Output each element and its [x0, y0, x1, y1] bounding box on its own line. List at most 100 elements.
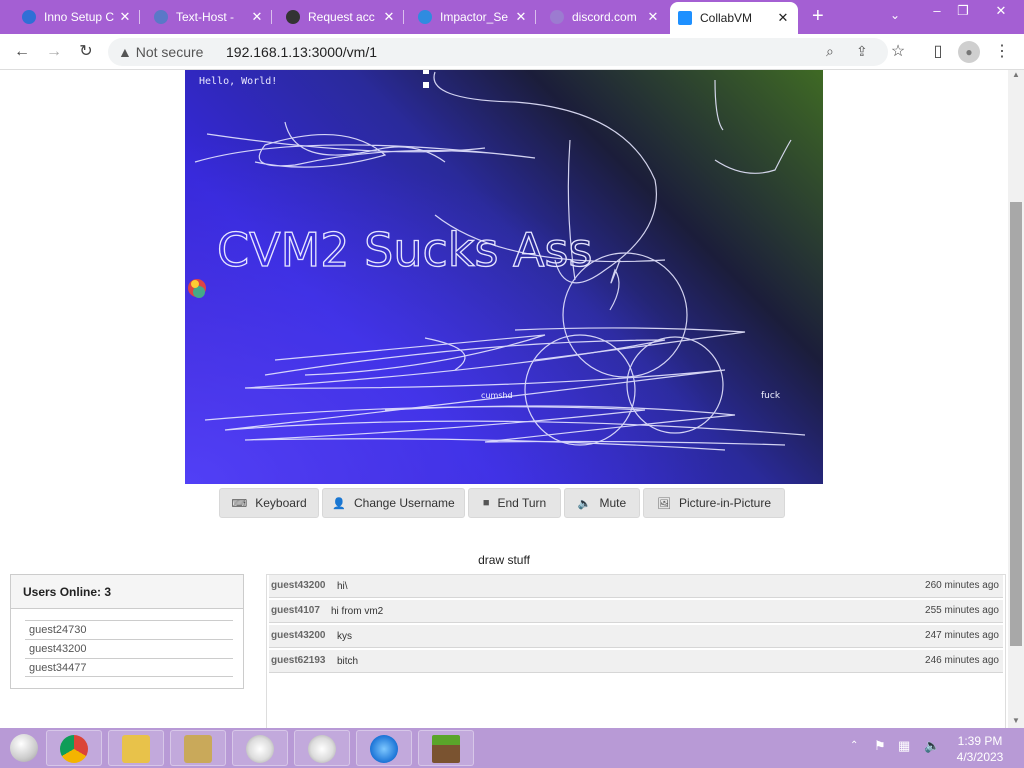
side-panel-icon[interactable]: ▯ — [928, 42, 948, 62]
close-tab-icon[interactable]: ✕ — [776, 10, 790, 26]
chat-username[interactable]: guest62193 — [271, 655, 325, 666]
mute-button[interactable]: 🔈 Mute — [564, 488, 640, 518]
end-turn-button[interactable]: ■ End Turn — [468, 488, 561, 518]
tab-title: discord.com — [572, 10, 637, 24]
action-center-flag-icon[interactable]: ⚑ — [874, 738, 886, 754]
chat-username[interactable]: guest43200 — [271, 580, 325, 591]
speaker-icon: 🔈 — [577, 497, 592, 510]
users-online-heading: Users Online: 3 — [11, 575, 243, 609]
ie-icon — [370, 735, 398, 763]
impactor-favicon-icon — [418, 10, 432, 24]
scribble-text: fuck — [761, 391, 781, 401]
tab-discord[interactable]: discord.com ✕ — [542, 4, 668, 30]
forward-arrow-icon[interactable]: → — [44, 42, 64, 62]
close-window-icon[interactable]: ✕ — [986, 0, 1016, 22]
address-bar[interactable]: ▲ Not secure 192.168.1.13:3000/vm/1 ⌕ ⇪ — [108, 38, 888, 66]
folder-icon — [122, 735, 150, 763]
users-list: guest24730 guest43200 guest34477 — [25, 620, 233, 677]
url-text[interactable]: 192.168.1.13:3000/vm/1 — [226, 44, 377, 60]
taskbar-safari-2[interactable] — [294, 730, 350, 766]
chat-text: kys — [337, 631, 352, 642]
vm-display[interactable]: Hello, World! CVM2 Sucks Ass fuck cumshd — [185, 70, 823, 484]
inno-setup-favicon-icon — [22, 10, 36, 24]
stop-icon: ■ — [482, 497, 490, 509]
user-list-item[interactable]: guest43200 — [25, 639, 233, 658]
tab-strip: Inno Setup C ✕ Text-Host - ✕ Request acc… — [0, 0, 1024, 34]
chat-text: hi\ — [337, 581, 348, 592]
clock-date: 4/3/2023 — [956, 750, 1004, 764]
restore-icon[interactable]: ❐ — [948, 0, 978, 22]
chat-username[interactable]: guest4107 — [271, 605, 320, 616]
collabvm-page: Hello, World! CVM2 Sucks Ass fuck cumshd… — [0, 70, 1008, 728]
chat-timestamp: 247 minutes ago — [925, 630, 999, 641]
new-tab-button[interactable]: + — [812, 6, 830, 26]
back-arrow-icon[interactable]: ← — [12, 42, 32, 62]
tab-text-host[interactable]: Text-Host - ✕ — [146, 4, 272, 30]
button-label: Change Username — [353, 496, 455, 510]
chat-timestamp: 255 minutes ago — [925, 605, 999, 616]
picture-in-picture-button[interactable]: 🖼 Picture-in-Picture — [643, 488, 785, 518]
chat-message: guest4107 hi from vm2 255 minutes ago — [269, 600, 1003, 623]
tab-impactor[interactable]: Impactor_Se ✕ — [410, 4, 536, 30]
chat-timestamp: 246 minutes ago — [925, 655, 999, 666]
tab-title: CollabVM — [700, 11, 753, 25]
keyboard-icon: ⌨ — [231, 497, 248, 510]
zoom-icon[interactable]: ⌕ — [826, 43, 834, 60]
security-indicator[interactable]: ▲ Not secure — [118, 44, 203, 60]
change-username-button[interactable]: 👤 Change Username — [322, 488, 465, 518]
close-tab-icon[interactable]: ✕ — [250, 9, 264, 25]
taskbar-explorer[interactable] — [108, 730, 164, 766]
button-label: Keyboard — [255, 496, 307, 510]
discord-favicon-icon — [550, 10, 564, 24]
page-scrollbar[interactable]: ▲ ▼ — [1008, 70, 1024, 728]
tab-title: Request acc — [308, 10, 375, 24]
scroll-down-icon[interactable]: ▼ — [1012, 716, 1020, 725]
taskbar-chrome[interactable] — [46, 730, 102, 766]
chat-text: bitch — [337, 656, 359, 667]
system-clock[interactable]: 1:39 PM 4/3/2023 — [952, 733, 1008, 765]
network-icon[interactable]: ▦ — [898, 738, 910, 754]
taskbar-ie[interactable] — [356, 730, 412, 766]
github-favicon-icon — [286, 10, 300, 24]
close-tab-icon[interactable]: ✕ — [382, 9, 396, 25]
scroll-up-icon[interactable]: ▲ — [1012, 70, 1020, 79]
start-apple-icon[interactable] — [10, 734, 38, 762]
button-label: End Turn — [497, 496, 547, 510]
scribble-text: cumshd — [481, 391, 513, 400]
menu-kebab-icon[interactable]: ⋮ — [992, 42, 1012, 62]
tab-search-chevron-icon[interactable]: ⌄ — [890, 8, 900, 22]
tab-request-access[interactable]: Request acc ✕ — [278, 4, 404, 30]
scribble-text: CVM2 Sucks Ass — [217, 223, 592, 277]
user-list-item[interactable]: guest34477 — [25, 658, 233, 677]
volume-icon[interactable]: 🔈 — [924, 738, 940, 754]
close-tab-icon[interactable]: ✕ — [646, 9, 660, 25]
button-label: Mute — [599, 496, 627, 510]
taskbar: ⌃ ⚑ ▦ 🔈 — [0, 728, 1024, 768]
chat-message: guest62193 bitch 246 minutes ago — [269, 650, 1003, 673]
keyboard-button[interactable]: ⌨ Keyboard — [219, 488, 319, 518]
browser-toolbar: ← → ↻ ▲ Not secure 192.168.1.13:3000/vm/… — [0, 34, 1024, 70]
taskbar-minecraft[interactable] — [418, 730, 474, 766]
safari-icon — [246, 735, 274, 763]
taskbar-installer[interactable] — [170, 730, 226, 766]
user-list-item[interactable]: guest24730 — [25, 620, 233, 639]
tab-inno-setup[interactable]: Inno Setup C ✕ — [14, 4, 140, 30]
close-tab-icon[interactable]: ✕ — [118, 9, 132, 25]
share-icon[interactable]: ⇪ — [856, 43, 868, 60]
bookmark-star-icon[interactable]: ☆ — [888, 42, 908, 62]
chat-text: hi from vm2 — [331, 606, 384, 617]
chrome-icon — [60, 735, 88, 763]
profile-avatar-icon[interactable]: ● — [958, 41, 980, 63]
show-hidden-icons-chevron-icon[interactable]: ⌃ — [850, 740, 858, 751]
chat-timestamp: 260 minutes ago — [925, 580, 999, 591]
taskbar-safari-1[interactable] — [232, 730, 288, 766]
user-icon: 👤 — [332, 497, 346, 510]
vm-desktop-icon[interactable] — [188, 279, 206, 298]
close-tab-icon[interactable]: ✕ — [514, 9, 528, 25]
chat-username[interactable]: guest43200 — [271, 630, 325, 641]
installer-icon — [184, 735, 212, 763]
minecraft-icon — [432, 735, 460, 763]
reload-icon[interactable]: ↻ — [76, 42, 96, 62]
tab-collabvm[interactable]: CollabVM ✕ — [670, 2, 798, 34]
scroll-thumb[interactable] — [1010, 202, 1022, 646]
